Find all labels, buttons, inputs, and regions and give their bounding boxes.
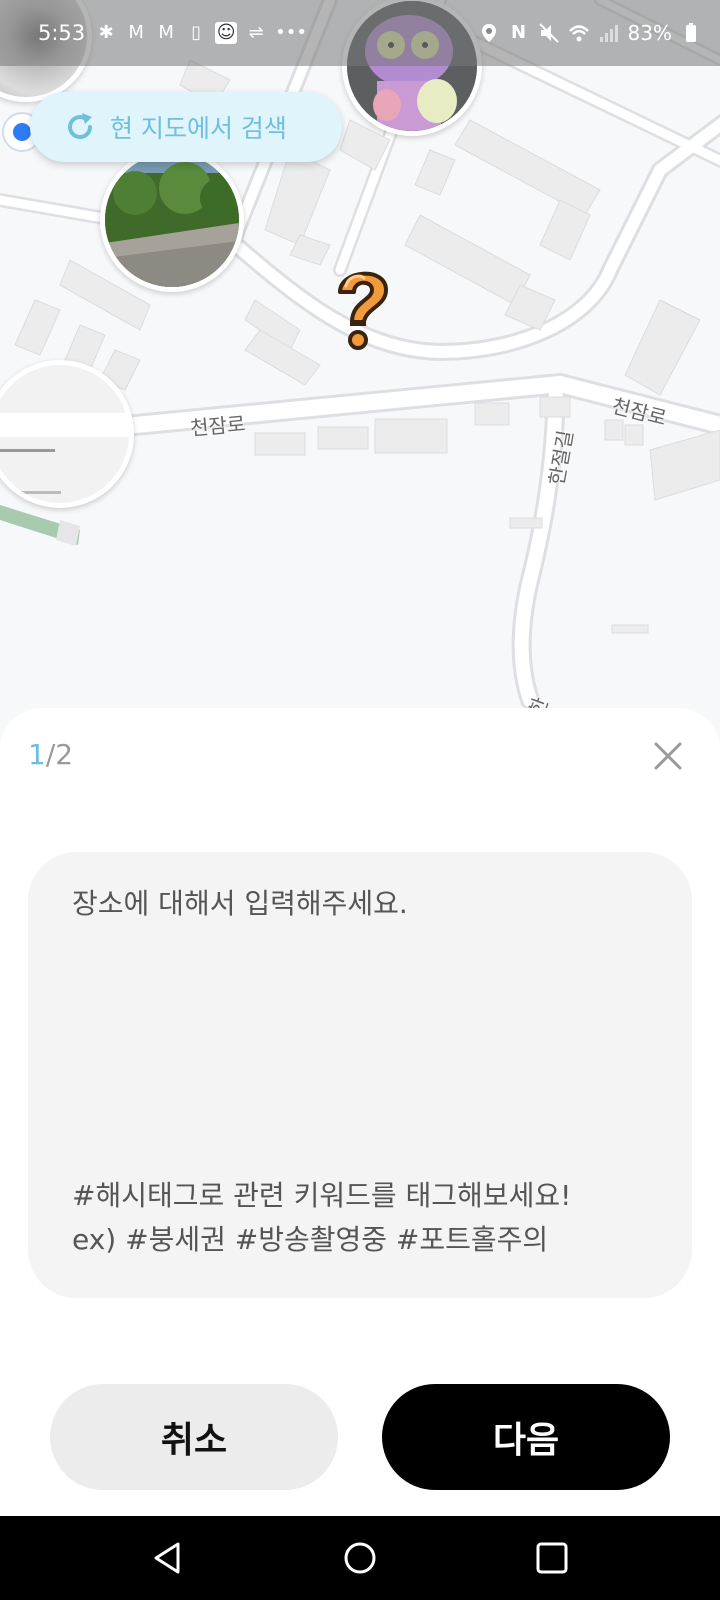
location-icon xyxy=(481,24,496,42)
usb-icon: ⇌ xyxy=(248,22,264,43)
mute-icon xyxy=(538,23,559,43)
question-mark-icon[interactable] xyxy=(330,262,396,354)
gmail-icon: M xyxy=(128,22,144,43)
hashtag-hint-line2: ex) #붕세권 #방송촬영중 #포트홀주의 xyxy=(72,1223,549,1256)
search-this-area-label: 현 지도에서 검색 xyxy=(110,114,287,143)
slack-icon: ✱ xyxy=(98,22,114,43)
notes-icon: ▯ xyxy=(191,22,202,43)
system-icons: N 83% xyxy=(478,21,702,45)
nfc-icon: N xyxy=(511,22,527,43)
garden-image xyxy=(105,153,239,287)
status-time: 5:53 xyxy=(38,21,86,45)
close-icon[interactable] xyxy=(646,734,690,778)
step-total: /2 xyxy=(45,738,74,771)
notification-icons: ✱ M M ▯ ☺ ⇌ ••• xyxy=(95,22,308,44)
screen: 천잠로 천잠로 한절길 한 현 지도에서 검색 5:53 ✱ M M ▯ ☺ ⇌… xyxy=(0,0,720,1600)
back-icon[interactable] xyxy=(148,1538,188,1578)
battery-percent: 83% xyxy=(627,21,672,45)
input-placeholder: 장소에 대해서 입력해주세요. xyxy=(72,887,408,920)
hashtag-hint-line1: #해시태그로 관련 키워드를 태그해보세요! xyxy=(72,1179,572,1212)
next-button[interactable]: 다음 xyxy=(382,1384,670,1490)
place-description-input[interactable]: 장소에 대해서 입력해주세요. #해시태그로 관련 키워드를 태그해보세요! e… xyxy=(28,852,692,1298)
gmail-icon: M xyxy=(158,22,174,43)
home-icon[interactable] xyxy=(340,1538,380,1578)
road-label-west: 천잠로 xyxy=(189,411,247,441)
app-icon: ☺ xyxy=(215,22,238,44)
more-icon: ••• xyxy=(275,22,308,43)
step-current: 1 xyxy=(28,738,46,771)
hashtag-hint: #해시태그로 관련 키워드를 태그해보세요! ex) #붕세권 #방송촬영중 #… xyxy=(72,1174,571,1262)
search-this-area-button[interactable]: 현 지도에서 검색 xyxy=(30,92,342,162)
recents-icon[interactable] xyxy=(532,1538,572,1578)
refresh-icon xyxy=(68,113,92,139)
battery-icon xyxy=(686,23,696,42)
cancel-button[interactable]: 취소 xyxy=(50,1384,338,1490)
navigation-bar xyxy=(0,1516,720,1600)
signal-icon xyxy=(599,25,618,42)
screenshot-image xyxy=(0,365,129,503)
place-input-sheet: 1/2 장소에 대해서 입력해주세요. #해시태그로 관련 키워드를 태그해보세… xyxy=(0,708,720,1516)
wifi-icon xyxy=(568,25,589,42)
step-indicator: 1/2 xyxy=(28,738,73,771)
status-bar: 5:53 ✱ M M ▯ ☺ ⇌ ••• N 83% xyxy=(0,0,720,66)
photo-marker-garden[interactable] xyxy=(100,148,244,292)
